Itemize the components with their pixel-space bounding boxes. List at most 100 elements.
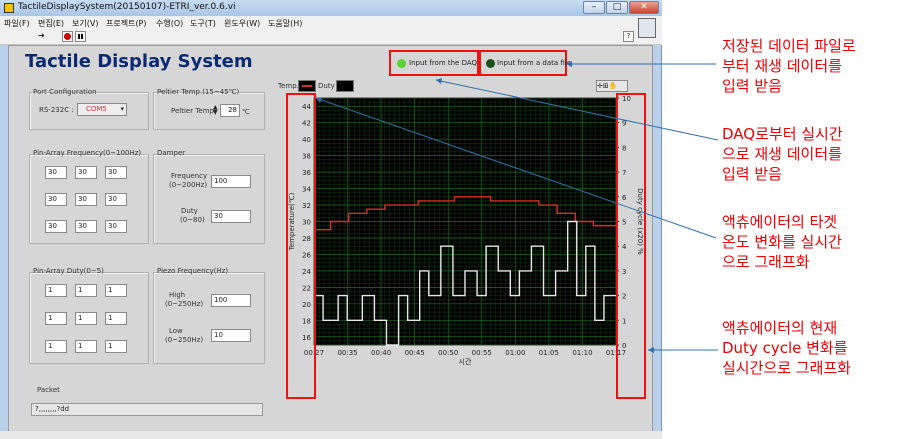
- dropdown-arrow-icon[interactable]: ▾: [120, 104, 124, 115]
- packet-title: Packet: [37, 386, 60, 394]
- left-axis-highlight: [286, 93, 316, 399]
- chart-area: Temp. Duty ✛⊞✋ 16 18 20 22 24 26 28 30 32 34 36 38 4…: [274, 48, 644, 388]
- x-axis-label: 시간: [459, 357, 472, 366]
- menu-operate[interactable]: 수행(O): [156, 18, 183, 29]
- annotation-line: 입력 받음: [722, 77, 782, 95]
- damper-duty-input[interactable]: 30: [211, 210, 251, 223]
- pin-freq-input[interactable]: 30: [105, 220, 127, 233]
- piezo-high-range: (0~250Hz): [165, 300, 204, 308]
- pin-duty-input[interactable]: 1: [45, 340, 67, 353]
- pin-duty-input[interactable]: 1: [75, 284, 97, 297]
- x-tick-label: 01:10: [572, 349, 592, 357]
- menu-view[interactable]: 보기(V): [72, 18, 98, 29]
- annotation-line: 저장된 데이터 파일로: [722, 37, 856, 55]
- damper-freq-range: (0~200Hz): [169, 181, 208, 189]
- vi-icon: [638, 18, 656, 38]
- temperature-duty-chart: 1618202224262830323436384042440123456789…: [288, 95, 644, 366]
- labview-window: TactileDisplaySystem(20150107)-ETRI_ver.…: [0, 0, 662, 439]
- pin-duty-input[interactable]: 1: [105, 284, 127, 297]
- annotation-line: 온도 변화를 실시간: [722, 233, 842, 251]
- piezo-high-label: High: [169, 291, 186, 299]
- app-title: Tactile Display System: [25, 51, 253, 72]
- x-tick-label: 00:35: [337, 349, 357, 357]
- annotation-line: 으로 재생 데이터를: [722, 145, 842, 163]
- pin-freq-input[interactable]: 30: [75, 220, 97, 233]
- peltier-stepper-icon[interactable]: ▲ ▼: [213, 105, 218, 116]
- peltier-title: Peltier Temp.(15~45℃): [157, 88, 240, 96]
- damper-freq-label: Frequency: [171, 172, 208, 180]
- app-icon: [4, 3, 14, 13]
- piezo-low-input[interactable]: 10: [211, 329, 251, 342]
- annotation-line: 부터 재생 데이터를: [722, 57, 842, 75]
- pin-duty-input[interactable]: 1: [75, 340, 97, 353]
- damper-freq-input[interactable]: 100: [211, 175, 251, 188]
- pin-duty-input[interactable]: 1: [45, 312, 67, 325]
- damper-title: Damper: [157, 149, 186, 157]
- annotation-line: 입력 받음: [722, 165, 782, 183]
- piezo-low-range: (0~250Hz): [165, 336, 204, 344]
- stop-icon[interactable]: [62, 31, 73, 42]
- pin-duty-input[interactable]: 1: [45, 284, 67, 297]
- piezo-high-input[interactable]: 100: [211, 294, 251, 307]
- window-title: TactileDisplaySystem(20150107)-ETRI_ver.…: [18, 2, 236, 12]
- close-button[interactable]: ✕: [629, 1, 659, 14]
- menu-window[interactable]: 윈도우(W): [224, 18, 260, 29]
- x-tick-label: 00:40: [371, 349, 391, 357]
- pin-freq-input[interactable]: 30: [45, 193, 67, 206]
- port-value: COM5: [86, 105, 107, 113]
- horizontal-scrollbar[interactable]: [0, 431, 662, 439]
- menu-project[interactable]: 프로젝트(P): [106, 18, 147, 29]
- x-tick-label: 00:45: [405, 349, 425, 357]
- x-tick-label: 01:00: [505, 349, 525, 357]
- annotation-line: 액츄에이터의 현재: [722, 319, 838, 337]
- run-arrow-icon[interactable]: ➔: [36, 31, 47, 42]
- piezo-group: [153, 272, 265, 364]
- menu-help[interactable]: 도움말(H): [268, 18, 302, 29]
- annotation-line: DAQ로부터 실시간: [722, 125, 843, 143]
- toolbar: ➔ ?: [0, 30, 662, 45]
- annotation-daq-input: DAQ로부터 실시간 으로 재생 데이터를 입력 받음: [722, 124, 843, 184]
- pin-freq-input[interactable]: 30: [45, 166, 67, 179]
- damper-duty-range: (0~80): [180, 216, 205, 224]
- pin-freq-title: Pin-Array Frequency(0~100Hz): [33, 149, 142, 157]
- port-label: RS-232C :: [39, 106, 74, 114]
- pin-freq-input[interactable]: 30: [105, 166, 127, 179]
- piezo-low-label: Low: [169, 327, 183, 335]
- help-icon[interactable]: ?: [623, 31, 634, 42]
- pause-icon[interactable]: [75, 31, 86, 42]
- minimize-button[interactable]: –: [583, 1, 605, 14]
- pin-freq-input[interactable]: 30: [105, 193, 127, 206]
- pin-duty-input[interactable]: 1: [75, 312, 97, 325]
- pin-freq-input[interactable]: 30: [45, 220, 67, 233]
- port-select[interactable]: COM5 ▾: [77, 103, 127, 116]
- maximize-button[interactable]: □: [606, 1, 628, 14]
- x-tick-label: 00:50: [438, 349, 458, 357]
- annotation-line: 실시간으로 그래프화: [722, 359, 851, 377]
- annotation-temp-graph: 액츄에이터의 타겟 온도 변화를 실시간 으로 그래프화: [722, 212, 842, 272]
- menu-tools[interactable]: 도구(T): [190, 18, 216, 29]
- menu-edit[interactable]: 편집(E): [38, 18, 64, 29]
- peltier-value[interactable]: 28: [220, 104, 240, 117]
- menu-bar: 파일(F) 편집(E) 보기(V) 프로젝트(P) 수행(O) 도구(T) 윈도…: [0, 16, 662, 30]
- pin-duty-title: Pin-Array Duty(0~5): [33, 267, 104, 275]
- pin-duty-input[interactable]: 1: [105, 312, 127, 325]
- x-tick-label: 01:05: [539, 349, 559, 357]
- annotation-line: 으로 그래프화: [722, 253, 810, 271]
- annotation-line: Duty cycle 변화를: [722, 339, 848, 357]
- menu-file[interactable]: 파일(F): [4, 18, 30, 29]
- packet-display: ?,,,,,,,,?dd: [31, 403, 263, 416]
- peltier-unit: ℃: [242, 108, 250, 116]
- piezo-title: Piezo Frequency(Hz): [157, 267, 229, 275]
- peltier-label: Peltier Temp.: [171, 107, 217, 115]
- pin-duty-input[interactable]: 1: [105, 340, 127, 353]
- pin-freq-input[interactable]: 30: [75, 166, 97, 179]
- pin-freq-input[interactable]: 30: [75, 193, 97, 206]
- annotation-line: 액츄에이터의 타겟: [722, 213, 838, 231]
- title-bar[interactable]: TactileDisplaySystem(20150107)-ETRI_ver.…: [0, 0, 662, 16]
- annotation-file-input: 저장된 데이터 파일로 부터 재생 데이터를 입력 받음: [722, 36, 856, 96]
- right-axis-highlight: [616, 93, 646, 399]
- annotation-duty-graph: 액츄에이터의 현재 Duty cycle 변화를 실시간으로 그래프화: [722, 318, 851, 378]
- port-config-title: Port Configuration: [33, 88, 97, 96]
- damper-group: [153, 154, 265, 244]
- damper-duty-label: Duty: [181, 207, 198, 215]
